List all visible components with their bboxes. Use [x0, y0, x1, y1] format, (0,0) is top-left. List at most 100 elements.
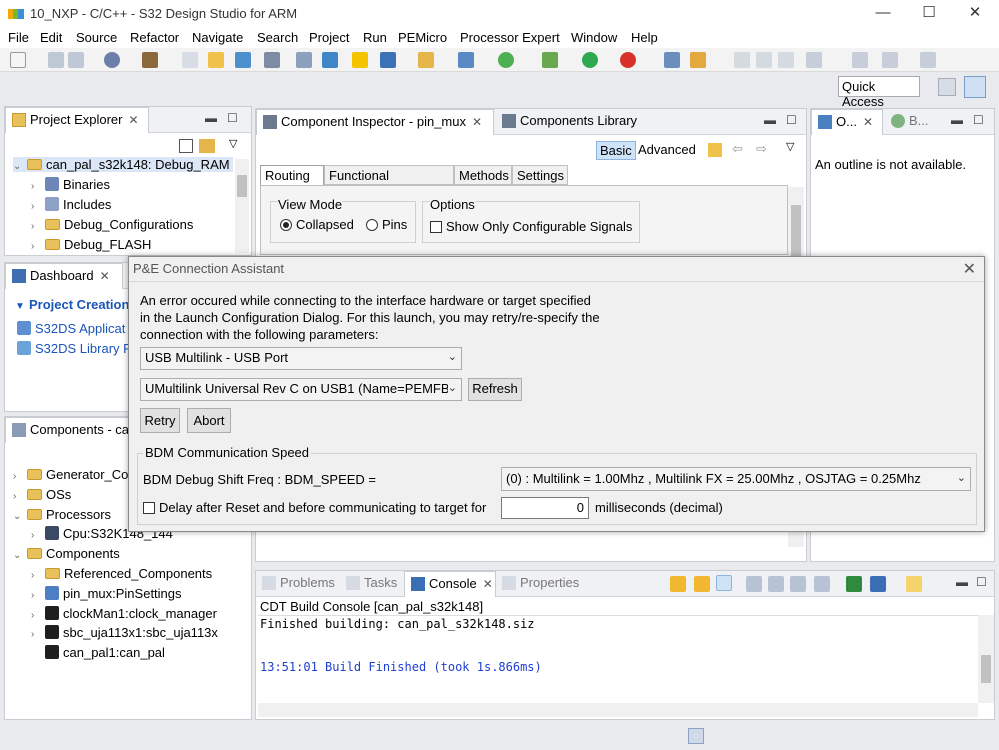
collapse-icon[interactable]: › — [31, 629, 45, 640]
minimize-view-icon[interactable]: ▬ — [956, 575, 968, 589]
close-window-button[interactable]: ✕ — [960, 4, 990, 24]
tab-breakpoints[interactable]: B... — [885, 109, 935, 135]
console-v-scrollbar[interactable] — [978, 615, 994, 703]
toggle-icon[interactable] — [734, 52, 750, 68]
note-icon[interactable] — [708, 143, 722, 157]
open-type-icon[interactable] — [418, 52, 434, 68]
pin-console-icon[interactable] — [814, 576, 830, 592]
menu-pemicro[interactable]: PEMicro — [398, 30, 447, 45]
settings-icon[interactable] — [104, 52, 120, 68]
collapse-icon[interactable]: › — [31, 570, 45, 581]
subtab-routing[interactable]: Routing — [260, 165, 324, 185]
tab-components[interactable]: Components - ca — [5, 417, 135, 443]
open-perspective-icon[interactable] — [938, 78, 956, 96]
components-tree-item[interactable]: ⌄ Processors — [13, 507, 111, 522]
minimize-view-icon[interactable]: ▬ — [205, 111, 217, 125]
copy-icon[interactable] — [768, 576, 784, 592]
delay-checkbox[interactable]: Delay after Reset and before communicati… — [143, 500, 486, 515]
toggle3-icon[interactable] — [778, 52, 794, 68]
prev-annotation-icon[interactable] — [852, 52, 868, 68]
new-file-icon[interactable] — [208, 52, 224, 68]
external-tools-icon[interactable] — [620, 52, 636, 68]
refresh-button[interactable]: Refresh — [468, 378, 522, 401]
components-tree-item[interactable]: › OSs — [13, 487, 71, 502]
interface-select[interactable]: USB Multilink - USB Port ⌄ — [140, 347, 462, 370]
minimize-view-icon[interactable]: ▬ — [951, 113, 963, 127]
collapsed-radio[interactable]: Collapsed — [280, 217, 354, 232]
tree-item-binaries[interactable]: › Binaries — [31, 177, 110, 192]
menu-window[interactable]: Window — [571, 30, 617, 45]
tree-item-debug-flash[interactable]: › Debug_FLASH — [31, 237, 151, 252]
layers-icon[interactable] — [235, 52, 251, 68]
expand-icon[interactable]: ⌄ — [13, 511, 27, 522]
tab-dashboard[interactable]: Dashboard ✕ — [5, 263, 123, 289]
s32ds-library-link[interactable]: S32DS Library P — [17, 341, 132, 356]
scroll-down-icon[interactable] — [670, 576, 686, 592]
collapse-icon[interactable]: › — [13, 471, 27, 482]
perspective-cc-icon[interactable] — [964, 76, 986, 98]
subtab-methods[interactable]: Methods — [454, 165, 512, 185]
tab-properties[interactable]: Properties — [496, 571, 584, 597]
open-console-icon[interactable] — [846, 576, 862, 592]
binary-icon[interactable] — [182, 52, 198, 68]
back-icon[interactable] — [882, 52, 898, 68]
subtab-functional-properties[interactable]: Functional Properties — [324, 165, 454, 198]
new-icon[interactable] — [10, 52, 26, 68]
s32ds-application-link[interactable]: S32DS Applicat — [17, 321, 125, 336]
components-tree-item[interactable]: can_pal1:can_pal — [31, 645, 165, 660]
basic-mode-button[interactable]: Basic — [596, 141, 636, 160]
pin-icon[interactable] — [264, 52, 280, 68]
menu-help[interactable]: Help — [631, 30, 658, 45]
clear-console-icon[interactable] — [790, 576, 806, 592]
build-hammer-icon[interactable] — [142, 52, 158, 68]
collapse-icon[interactable]: › — [31, 610, 45, 621]
minimize-button[interactable]: — — [868, 4, 898, 24]
expand-icon[interactable]: ⌄ — [13, 550, 27, 561]
close-icon[interactable]: ✕ — [863, 115, 873, 129]
monitor-icon[interactable] — [322, 52, 338, 68]
subtab-settings[interactable]: Settings — [512, 165, 568, 185]
display-console-icon[interactable] — [870, 576, 886, 592]
bdm-speed-select[interactable]: (0) : Multilink = 1.00Mhz , Multilink FX… — [501, 467, 971, 491]
new-class-icon[interactable] — [380, 52, 396, 68]
collapse-icon[interactable]: › — [31, 590, 45, 601]
quick-access-input[interactable]: Quick Access — [838, 76, 920, 109]
components-tree-item[interactable]: › clockMan1:clock_manager — [31, 605, 217, 621]
menu-processor-expert[interactable]: Processor Expert — [460, 30, 560, 45]
refresh-icon[interactable] — [296, 52, 312, 68]
collapse-icon[interactable]: › — [13, 491, 27, 502]
tab-component-inspector[interactable]: Component Inspector - pin_mux ✕ — [256, 109, 494, 135]
components-tree-item[interactable]: › pin_mux:PinSettings — [31, 585, 182, 601]
collapse-all-icon[interactable] — [179, 139, 193, 153]
tab-project-explorer[interactable]: Project Explorer ✕ — [5, 107, 149, 133]
pins-radio[interactable]: Pins — [366, 217, 407, 232]
tree-item-includes[interactable]: › Includes — [31, 197, 111, 212]
explorer-scrollbar[interactable] — [235, 159, 249, 253]
dialog-close-button[interactable]: ✕ — [963, 259, 976, 279]
scroll-up-icon[interactable] — [694, 576, 710, 592]
debug-settings-icon[interactable] — [498, 52, 514, 68]
menu-source[interactable]: Source — [76, 30, 117, 45]
show-only-configurable-checkbox[interactable]: Show Only Configurable Signals — [430, 219, 632, 234]
menu-run[interactable]: Run — [363, 30, 387, 45]
menu-refactor[interactable]: Refactor — [130, 30, 179, 45]
tab-console[interactable]: Console ✕ — [404, 571, 496, 597]
tab-outline[interactable]: O... ✕ — [811, 109, 883, 135]
components-tree-item[interactable]: › sbc_uja113x1:sbc_uja113x — [31, 625, 218, 640]
save-icon[interactable] — [48, 52, 64, 68]
retry-button[interactable]: Retry — [140, 408, 180, 433]
maximize-view-icon[interactable]: ☐ — [973, 113, 984, 127]
maximize-view-icon[interactable]: ☐ — [227, 111, 238, 125]
tab-problems[interactable]: Problems — [256, 571, 340, 597]
flash-icon[interactable] — [352, 52, 368, 68]
new-source-icon[interactable] — [458, 52, 474, 68]
abort-button[interactable]: Abort — [187, 408, 231, 433]
scroll-lock-icon[interactable] — [716, 575, 732, 591]
project-creation-section[interactable]: ▼ Project Creation — [15, 297, 129, 312]
tree-item-debug-configurations[interactable]: › Debug_Configurations — [31, 217, 193, 232]
search-icon[interactable] — [664, 52, 680, 68]
close-icon[interactable]: ✕ — [472, 115, 482, 129]
close-icon[interactable]: ✕ — [483, 577, 493, 591]
edit-icon[interactable] — [690, 52, 706, 68]
collapse-icon[interactable]: › — [31, 530, 45, 541]
